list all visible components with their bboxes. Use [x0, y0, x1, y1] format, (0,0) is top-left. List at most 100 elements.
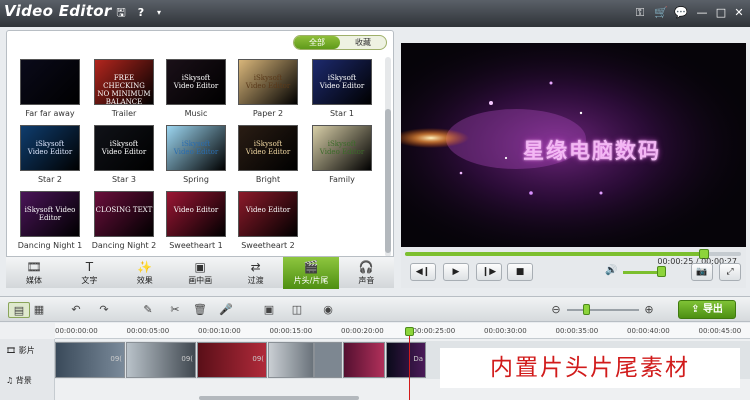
tab-wand[interactable]: ✨ 效果	[117, 257, 173, 289]
volume-handle[interactable]	[657, 266, 666, 277]
template-item[interactable]: CLOSING TEXT Dancing Night 2	[91, 191, 157, 255]
template-item[interactable]: Video Editor Sweetheart 2	[235, 191, 301, 255]
tab-label: 媒体	[26, 276, 42, 285]
tab-headphones[interactable]: 🎧 声音	[338, 257, 394, 289]
timeline-clip[interactable]: 09(	[197, 342, 267, 378]
cut-icon[interactable]: ✂	[167, 302, 183, 318]
template-thumbnail[interactable]: iSkysoft Video Editor	[20, 191, 80, 237]
template-item[interactable]: iSkysoft Video Editor Star 1	[309, 59, 375, 123]
template-item[interactable]: Video Editor Sweetheart 1	[163, 191, 229, 255]
template-thumbnail[interactable]: iSkysoft Video Editor	[166, 59, 226, 105]
headphones-icon: 🎧	[358, 260, 374, 274]
chat-icon[interactable]: 💬	[673, 5, 689, 21]
clip-label: 09(	[252, 355, 264, 363]
zoom-slider[interactable]	[567, 309, 639, 311]
snapshot-button[interactable]: 📷	[691, 263, 713, 281]
template-thumbnail[interactable]: iSkysoft Video Editor	[312, 125, 372, 171]
template-thumbnail[interactable]: iSkysoft Video Editor	[94, 125, 154, 171]
tab-transition[interactable]: ⇄ 过渡	[228, 257, 284, 289]
category-tabs: 🎞 媒体 T 文字 ✨ 效果 ▣ 画中画 ⇄ 过渡 🎬 片头/片尾 🎧 声音	[6, 256, 394, 289]
template-item[interactable]: iSkysoft Video Editor Star 3	[91, 125, 157, 189]
ruler-tick: 00:00:40:00	[627, 327, 670, 335]
timeline-clip[interactable]	[268, 342, 314, 378]
minimize-icon[interactable]: —	[694, 5, 710, 21]
playhead-handle[interactable]	[405, 327, 414, 336]
template-item[interactable]: iSkysoft Video Editor Music	[163, 59, 229, 123]
playback-controls: 00:00:25 / 00:00:27 ◀❙ ▶ ❙▶ ■ 🔊 📷 ⤢	[401, 247, 746, 288]
timeline-clip[interactable]: 09(	[126, 342, 196, 378]
wand-icon: ✨	[137, 260, 153, 274]
template-thumbnail[interactable]: CLOSING TEXT	[94, 191, 154, 237]
timeline-scrollbar[interactable]	[199, 396, 359, 400]
record-voice-icon[interactable]: 🎤	[218, 302, 234, 318]
template-thumbnail[interactable]: Video Editor	[238, 191, 298, 237]
library-scrollbar[interactable]	[385, 57, 391, 257]
detect-icon[interactable]: ◉	[320, 302, 336, 318]
template-label: Star 2	[37, 175, 63, 184]
seek-bar[interactable]	[405, 249, 741, 259]
stop-button[interactable]: ■	[507, 263, 533, 281]
template-item[interactable]: FREE CHECKING NO MINIMUM BALANCE FEES Tra…	[91, 59, 157, 123]
template-thumbnail-text: iSkysoft Video Editor	[319, 140, 365, 156]
tab-film[interactable]: 🎞 媒体	[6, 257, 62, 289]
next-frame-button[interactable]: ❙▶	[476, 263, 502, 281]
template-item[interactable]: iSkysoft Video Editor Star 2	[17, 125, 83, 189]
cart-icon[interactable]: 🛒	[653, 5, 669, 21]
template-item[interactable]: Far far away	[17, 59, 83, 123]
template-item[interactable]: iSkysoft Video Editor Bright	[235, 125, 301, 189]
prev-frame-button[interactable]: ◀❙	[410, 263, 436, 281]
template-thumbnail-text: Video Editor	[173, 206, 219, 214]
key-icon[interactable]: ⚿	[632, 5, 648, 21]
storyboard-view-icon[interactable]: ▦	[30, 302, 48, 318]
tab-label: 声音	[358, 276, 375, 285]
template-item[interactable]: iSkysoft Video Editor Paper 2	[235, 59, 301, 123]
volume-slider[interactable]	[623, 271, 659, 274]
template-item[interactable]: iSkysoft Video Editor Dancing Night 1	[17, 191, 83, 255]
delete-icon[interactable]: 🗑	[192, 302, 208, 318]
tab-intro[interactable]: 🎬 片头/片尾	[283, 257, 339, 289]
timeline-clip[interactable]	[343, 342, 385, 378]
template-thumbnail[interactable]: iSkysoft Video Editor	[312, 59, 372, 105]
zoom-in-icon[interactable]: ⊕	[641, 302, 657, 318]
volume-icon[interactable]: 🔊	[605, 265, 617, 276]
undo-icon[interactable]: ↶	[68, 302, 84, 318]
template-thumbnail[interactable]: iSkysoft Video Editor	[166, 125, 226, 171]
clip-label: 09(	[181, 355, 193, 363]
playhead-line[interactable]	[409, 331, 410, 400]
timeline-view-icon[interactable]: ▤	[8, 302, 30, 318]
close-icon[interactable]: ✕	[731, 5, 747, 21]
export-button[interactable]: ⇪ 导出	[678, 300, 736, 319]
maximize-icon[interactable]: □	[713, 5, 729, 21]
dropdown-icon[interactable]: ▾	[151, 5, 167, 21]
video-track-label: 🎞 影片	[6, 345, 35, 356]
tab-label: 画中画	[188, 276, 213, 285]
filter-tab-all[interactable]: 全部	[294, 36, 340, 49]
template-label: Trailer	[111, 109, 137, 118]
template-thumbnail[interactable]: iSkysoft Video Editor	[238, 125, 298, 171]
zoom-out-icon[interactable]: ⊖	[548, 302, 564, 318]
save-icon[interactable]: 🖫	[113, 5, 129, 21]
template-item[interactable]: iSkysoft Video Editor Family	[309, 125, 375, 189]
time-ruler[interactable]: 00:00:00:00 00:00:05:00 00:00:10:00 00:00:1…	[55, 323, 750, 339]
redo-icon[interactable]: ↷	[96, 302, 112, 318]
template-thumbnail[interactable]: Video Editor	[166, 191, 226, 237]
play-button[interactable]: ▶	[443, 263, 469, 281]
help-icon[interactable]: ?	[133, 5, 149, 21]
template-thumbnail[interactable]	[20, 59, 80, 105]
filter-tab-favorites[interactable]: 收藏	[340, 36, 386, 49]
split-icon[interactable]: ◫	[289, 302, 305, 318]
timeline-clip[interactable]: Da	[386, 342, 426, 378]
tab-text[interactable]: T 文字	[61, 257, 117, 289]
crop-icon[interactable]: ▣	[261, 302, 277, 318]
template-thumbnail[interactable]: iSkysoft Video Editor	[20, 125, 80, 171]
fullscreen-button[interactable]: ⤢	[719, 263, 741, 281]
timeline-clip[interactable]: 09(	[55, 342, 125, 378]
template-thumbnail[interactable]: iSkysoft Video Editor	[238, 59, 298, 105]
template-item[interactable]: iSkysoft Video Editor Spring	[163, 125, 229, 189]
zoom-handle[interactable]	[583, 304, 590, 315]
library-scrollbar-thumb[interactable]	[385, 109, 391, 253]
template-thumbnail[interactable]: FREE CHECKING NO MINIMUM BALANCE FEES	[94, 59, 154, 105]
timeline-clip[interactable]	[314, 342, 342, 378]
tab-pip[interactable]: ▣ 画中画	[172, 257, 228, 289]
edit-icon[interactable]: ✎	[140, 302, 156, 318]
